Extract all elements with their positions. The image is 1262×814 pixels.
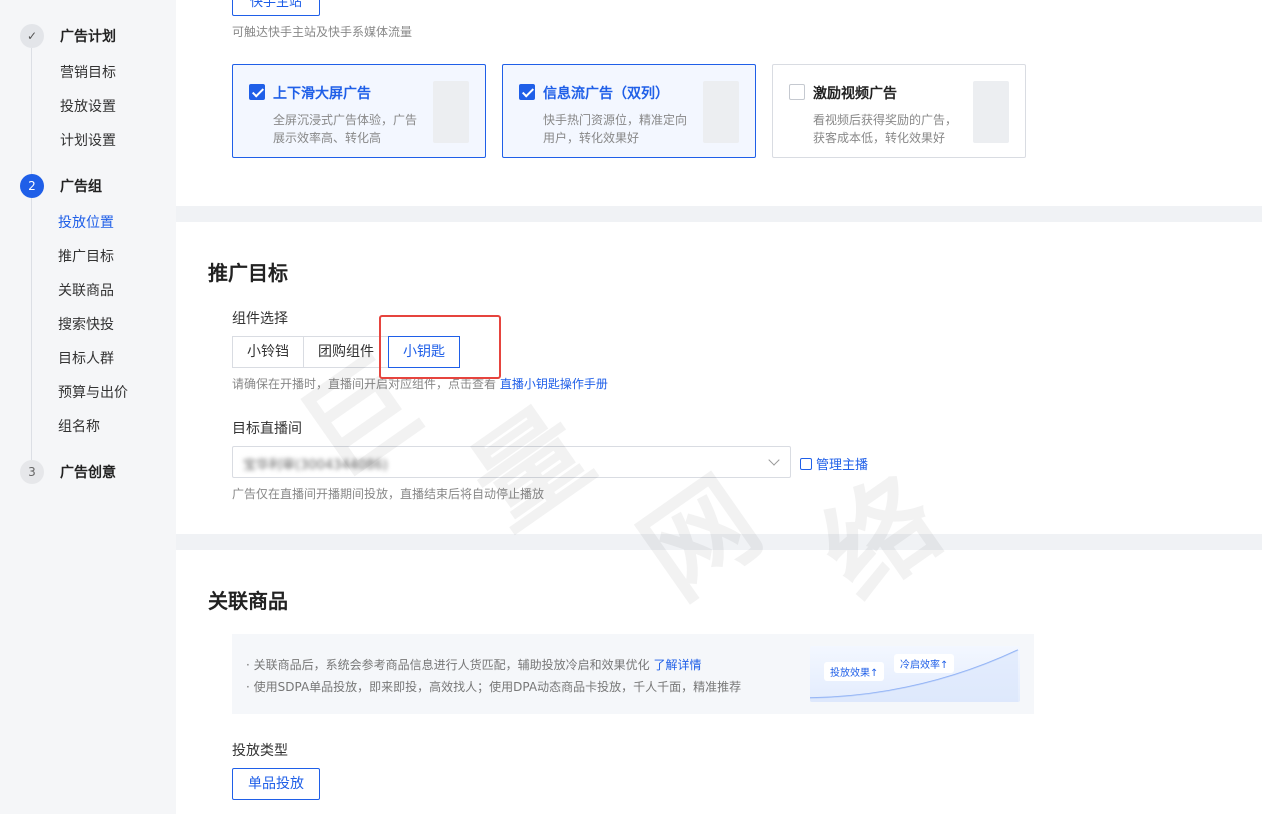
sidebar-item-marketing-goal[interactable]: 营销目标: [60, 62, 116, 82]
ad-card-fullscreen[interactable]: 上下滑大屏广告 全屏沉浸式广告体验，广告展示效率高、转化高: [232, 64, 486, 158]
sidebar-item-delivery-settings[interactable]: 投放设置: [60, 96, 116, 116]
step-ad-group[interactable]: 2 广告组: [20, 174, 102, 198]
sidebar-item-group-name[interactable]: 组名称: [58, 416, 100, 436]
step-number: 2: [20, 174, 44, 198]
room-label: 目标直播间: [232, 421, 302, 437]
sidebar-item-plan-settings[interactable]: 计划设置: [60, 130, 116, 150]
live-room-value: 宝华利审(3004344086): [243, 458, 388, 473]
info-line-2: · 使用SDPA单品投放，即来即投，高效找人；使用DPA动态商品卡投放，千人千面…: [246, 680, 742, 694]
video-thumbnail-icon: [433, 81, 469, 143]
section-title-product: 关联商品: [208, 589, 288, 613]
sidebar-item-linked-product[interactable]: 关联商品: [58, 280, 114, 300]
cold-start-tag: 冷启效率↑: [894, 654, 955, 673]
info-line-1: · 关联商品后，系统会参考商品信息进行人货匹配，辅助投放冷启和效果优化 了解详情: [246, 656, 701, 673]
chevron-down-icon: [768, 454, 780, 466]
manage-anchor-label: 管理主播: [816, 458, 869, 473]
ad-card-title: 上下滑大屏广告: [273, 86, 371, 102]
sidebar-item-placement[interactable]: 投放位置: [58, 212, 114, 232]
room-hint: 广告仅在直播间开播期间投放，直播结束后将自动停止播放: [232, 487, 545, 501]
step-ad-creative[interactable]: 3 广告创意: [20, 460, 116, 484]
step-ad-plan[interactable]: ✓ 广告计划: [20, 24, 116, 48]
live-room-select[interactable]: 宝华利审(3004344086): [232, 446, 791, 478]
placement-hint: 可触达快手主站及快手系媒体流量: [232, 25, 413, 39]
component-option-bell[interactable]: 小铃铛: [232, 336, 304, 368]
effect-tag: 投放效果↑: [824, 662, 885, 681]
component-option-group-buy[interactable]: 团购组件: [303, 336, 389, 368]
component-label: 组件选择: [232, 311, 288, 327]
step-label: 广告创意: [60, 465, 116, 481]
ad-card-desc: 快手热门资源位，精准定向用户，转化效果好: [543, 113, 688, 145]
sidebar-item-search-boost[interactable]: 搜索快投: [58, 314, 114, 334]
step-connector: [31, 198, 32, 460]
kuaishou-main-button[interactable]: 快手主站: [232, 0, 320, 16]
external-link-icon: [800, 457, 812, 470]
sidebar-item-budget-bid[interactable]: 预算与出价: [58, 382, 128, 402]
sidebar-item-audience[interactable]: 目标人群: [58, 348, 114, 368]
check-icon: ✓: [20, 24, 44, 48]
checkbox[interactable]: [789, 84, 805, 100]
sidebar-item-promo-goal[interactable]: 推广目标: [58, 246, 114, 266]
ad-card-title: 信息流广告（双列）: [543, 86, 669, 102]
single-product-button[interactable]: 单品投放: [232, 768, 320, 800]
key-manual-link[interactable]: 直播小钥匙操作手册: [500, 377, 608, 391]
section-title-promo: 推广目标: [208, 261, 288, 285]
ad-card-desc: 全屏沉浸式广告体验，广告展示效率高、转化高: [273, 113, 418, 145]
trend-chart-graphic: 投放效果↑ 冷启效率↑: [810, 646, 1020, 702]
checkbox[interactable]: [249, 84, 265, 100]
learn-more-link[interactable]: 了解详情: [653, 658, 701, 672]
step-connector: [31, 48, 32, 174]
double-column-thumbnail-icon: [703, 81, 739, 143]
ad-card-desc: 看视频后获得奖励的广告，获客成本低，转化效果好: [813, 113, 958, 145]
info-line-1-text: · 关联商品后，系统会参考商品信息进行人货匹配，辅助投放冷启和效果优化: [246, 658, 650, 672]
step-label: 广告组: [60, 179, 102, 195]
step-number: 3: [20, 460, 44, 484]
manage-anchor-link[interactable]: 管理主播: [800, 454, 868, 473]
delivery-type-label: 投放类型: [232, 743, 288, 759]
ad-card-feed[interactable]: 信息流广告（双列） 快手热门资源位，精准定向用户，转化效果好: [502, 64, 756, 158]
ad-card-reward-video[interactable]: 激励视频广告 看视频后获得奖励的广告，获客成本低，转化效果好: [772, 64, 1026, 158]
sidebar: ✓ 广告计划 营销目标 投放设置 计划设置 2 广告组 投放位置 推广目标 关联…: [0, 0, 176, 814]
step-label: 广告计划: [60, 29, 116, 45]
highlight-box: [379, 315, 501, 379]
checkbox[interactable]: [519, 84, 535, 100]
ad-card-title: 激励视频广告: [813, 86, 897, 102]
product-info-box: · 关联商品后，系统会参考商品信息进行人货匹配，辅助投放冷启和效果优化 了解详情…: [232, 634, 1034, 714]
component-hint-text: 请确保在开播时，直播间开启对应组件，点击查看: [232, 377, 497, 391]
reward-thumbnail-icon: [973, 81, 1009, 143]
